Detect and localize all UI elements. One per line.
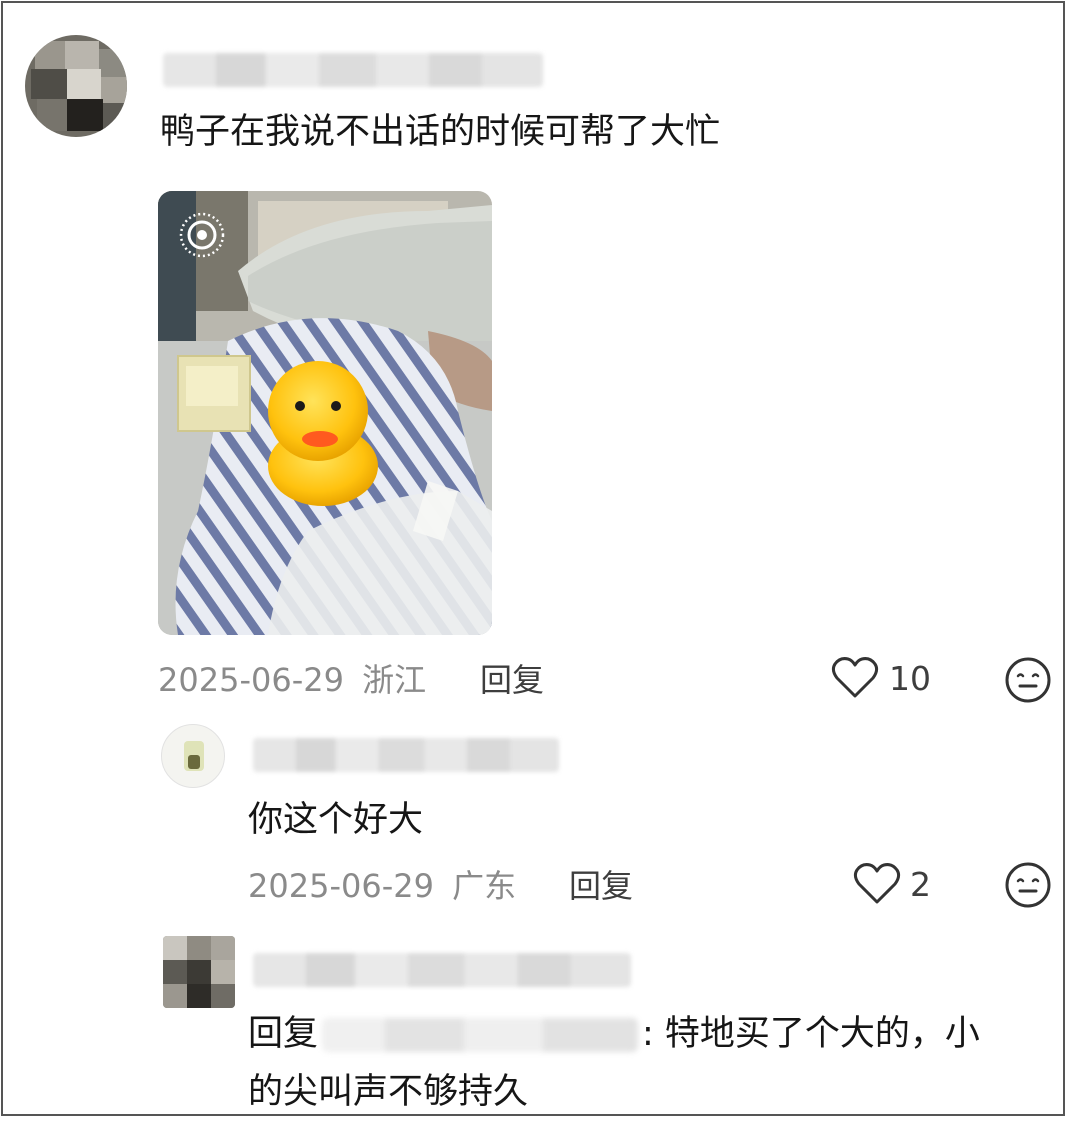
comment-date: 2025-06-29 — [158, 661, 344, 699]
reply-button[interactable]: 回复 — [480, 655, 544, 701]
comment-location: 浙江 — [362, 661, 427, 699]
like-count: 10 — [889, 659, 931, 698]
comment-text: 回复 : 特地买了个大的，小 — [248, 1011, 980, 1058]
like-count: 2 — [910, 865, 931, 904]
username-blurred[interactable] — [253, 738, 559, 772]
neutral-face-icon[interactable] — [1003, 655, 1053, 705]
comment-location: 广东 — [452, 867, 517, 905]
comment-date: 2025-06-29 — [248, 867, 434, 905]
comment-meta: 2025-06-29 浙江 — [158, 655, 426, 701]
comment-text: 鸭子在我说不出话的时候可帮了大忙 — [160, 112, 721, 152]
avatar[interactable] — [25, 35, 127, 137]
comment-meta: 2025-06-29 广东 — [248, 861, 516, 907]
avatar[interactable] — [161, 724, 225, 788]
heart-outline-icon[interactable] — [853, 862, 901, 906]
comment-photo[interactable] — [158, 191, 492, 635]
comment-text-line-2: 的尖叫声不够持久 — [248, 1072, 529, 1112]
avatar[interactable] — [163, 936, 235, 1008]
username-blurred[interactable] — [163, 53, 543, 87]
username-blurred[interactable] — [253, 953, 631, 987]
comment-thread: 鸭子在我说不出话的时候可帮了大忙 2025-06-29 浙江 回复 10 你这个… — [1, 1, 1065, 1116]
neutral-face-icon[interactable] — [1003, 860, 1053, 910]
comment-text: 你这个好大 — [248, 800, 424, 840]
reply-button[interactable]: 回复 — [569, 861, 633, 907]
rubber-duck-photo — [158, 191, 492, 635]
comment-text-line-1: : 特地买了个大的，小 — [642, 1014, 980, 1054]
reply-prefix: 回复 — [248, 1014, 319, 1054]
mentioned-username-blurred[interactable] — [322, 1018, 639, 1052]
heart-outline-icon[interactable] — [831, 656, 879, 700]
